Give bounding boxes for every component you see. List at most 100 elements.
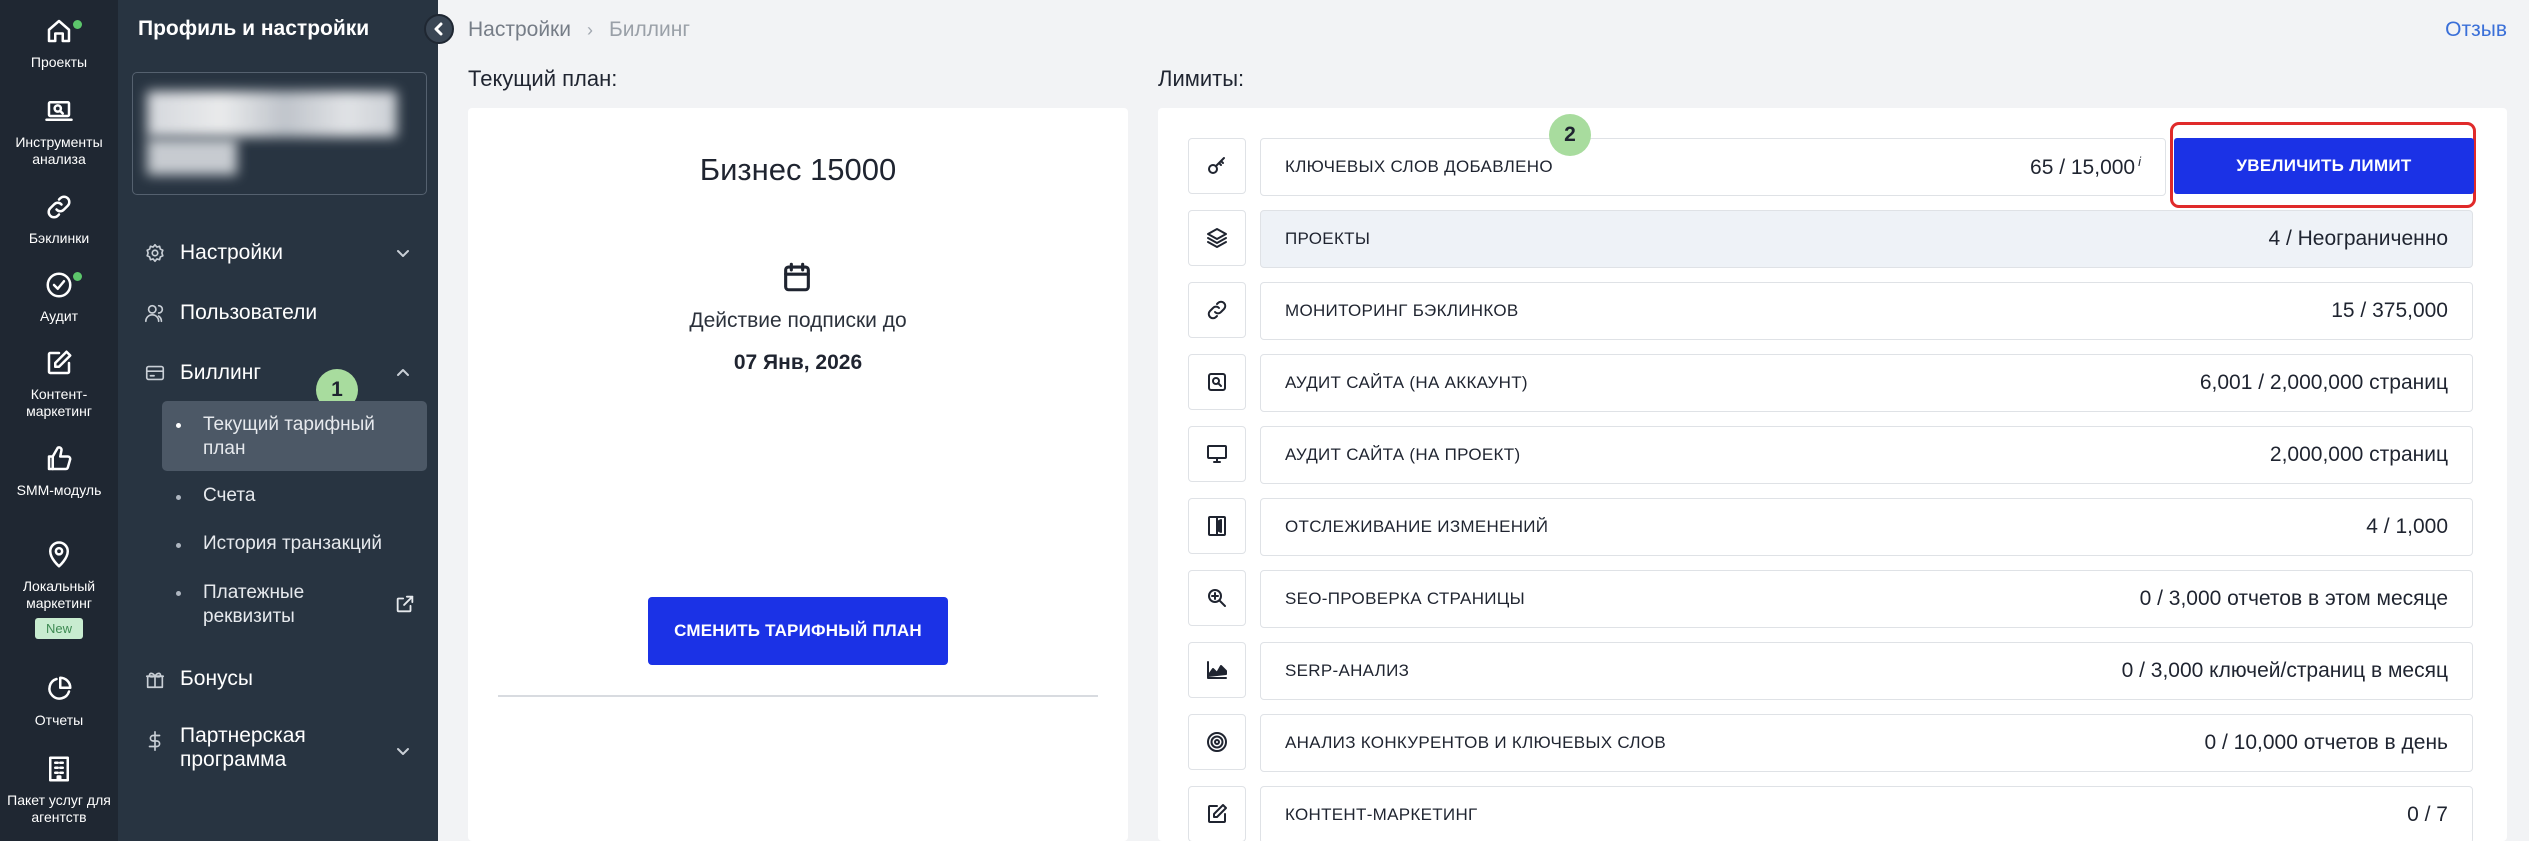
limit-row-site-audit-project: АУДИТ САЙТА (НА ПРОЕКТ) 2,000,000 страни… [1260,426,2473,484]
limit-value: 15 / 375,000 [2331,299,2448,322]
monitor-icon-box [1188,426,1246,482]
compare-icon [1208,516,1226,536]
check-circle-icon [46,272,72,298]
dollar-icon [148,731,161,751]
rail-label: Бэклинки [28,230,90,246]
submenu-invoices[interactable]: Счета [162,485,427,515]
limit-label: МОНИТОРИНГ БЭКЛИНКОВ [1285,301,1519,320]
limit-label: ОТСЛЕЖИВАНИЕ ИЗМЕНЕНИЙ [1285,517,1549,536]
chevron-down-icon[interactable] [394,244,412,262]
chart-area-icon [1207,661,1227,679]
rail-label: SMM-модуль [16,482,102,498]
bullet [176,543,181,548]
edit-icon [1208,804,1227,823]
limit-value: 0 / 3,000 отчетов в этом месяце [2139,587,2448,610]
limit-label: АУДИТ САЙТА (НА АККАУНТ) [1285,373,1528,392]
icon-rail: Проекты Инструменты анализа Бэклинки Ауд… [0,0,118,841]
link-icon [47,195,71,219]
zoom-in-icon-box [1188,570,1246,626]
laptop-icon [45,101,73,121]
limit-row-seo-check: SEO-ПРОВЕРКА СТРАНИЦЫ 0 / 3,000 отчетов … [1260,570,2473,628]
rail-item-agency[interactable]: Пакет услуг для агентств [0,754,118,826]
map-pin-icon [49,541,69,568]
rail-item-audit[interactable]: Аудит [0,270,118,325]
rail-label: Локальный маркетинг [22,578,96,611]
limit-value: 65 / 15,000 i [2030,154,2141,180]
limit-value: 0 / 7 [2407,803,2448,826]
limit-value: 0 / 10,000 отчетов в день [2204,731,2448,754]
submenu-payment-details[interactable]: Платежные реквизиты [162,581,427,637]
new-badge: New [34,618,83,639]
breadcrumb-separator: › [586,19,593,40]
blurred-account-detail [147,139,237,175]
menu-item-label: Пользователи [180,301,318,324]
pie-chart-icon [48,676,72,700]
rail-item-content[interactable]: Контент-маркетинг [0,348,118,420]
menu-item-billing[interactable]: Биллинг [144,356,261,390]
collapse-menu-button[interactable] [424,14,454,44]
limit-value: 2,000,000 страниц [2269,443,2448,466]
divider [498,695,1098,697]
home-icon [47,19,71,43]
submenu-current-plan[interactable]: Текущий тарифный план [162,401,427,471]
submenu-label: История транзакций [203,533,382,554]
change-plan-button[interactable]: СМЕНИТЬ ТАРИФНЫЙ ПЛАН [648,597,948,665]
limit-row-serp-analysis: SERP-АНАЛИЗ 0 / 3,000 ключей/страниц в м… [1260,642,2473,700]
bullet [176,495,181,500]
chart-area-icon-box [1188,642,1246,698]
current-plan-card: Бизнес 15000 Действие подписки до 07 Янв… [468,108,1128,841]
breadcrumb-settings[interactable]: Настройки [468,18,571,42]
limit-row-site-audit-account: АУДИТ САЙТА (НА АККАУНТ) 6,001 / 2,000,0… [1260,354,2473,412]
breadcrumb-billing: Биллинг [608,18,690,41]
calendar-icon [784,262,810,292]
submenu-label: Текущий тарифный план [203,414,375,459]
feedback-link[interactable]: Отзыв [2445,18,2507,42]
limit-value-text: 65 / 15,000 [2030,156,2136,179]
menu-item-label: Биллинг [180,361,262,384]
chevron-left-icon [434,22,443,36]
limit-label: SEO-ПРОВЕРКА СТРАНИЦЫ [1285,589,1526,608]
menu-item-settings[interactable]: Настройки [144,236,283,270]
menu-item-label: Настройки [180,241,283,264]
rail-item-projects[interactable]: Проекты [0,16,118,71]
search-doc-icon [1208,373,1226,391]
users-icon [145,304,164,323]
rail-item-local[interactable]: Локальный маркетинг New [0,540,118,639]
settings-menu: Профиль и настройки Настройки Пользовате… [118,0,454,841]
menu-item-partner[interactable]: Партнерская программа [144,724,360,780]
chevron-down-icon[interactable] [394,742,412,760]
zoom-in-icon [1208,589,1226,607]
limit-value: 4 / 1,000 [2366,515,2448,538]
rail-item-reports[interactable]: Отчеты [0,674,118,729]
menu-item-users[interactable]: Пользователи [144,296,317,330]
monitor-icon [1207,445,1227,463]
external-link-icon[interactable] [394,593,416,615]
increase-limit-button[interactable]: УВЕЛИЧИТЬ ЛИМИТ [2174,138,2474,194]
edit-icon [47,350,72,375]
rail-item-tools[interactable]: Инструменты анализа [0,96,118,168]
menu-item-bonuses[interactable]: Бонусы [144,662,253,696]
limits-card: КЛЮЧЕВЫХ СЛОВ ДОБАВЛЕНО 65 / 15,000 i 2 У… [1158,108,2507,841]
limit-label: SERP-АНАЛИЗ [1285,661,1410,680]
credit-card-icon [145,365,165,381]
limit-row-backlinks: МОНИТОРИНГ БЭКЛИНКОВ 15 / 375,000 [1260,282,2473,340]
plan-name: Бизнес 15000 [699,152,897,187]
info-icon[interactable]: i [2138,154,2141,169]
notification-dot [73,272,82,281]
limit-row-projects: ПРОЕКТЫ 4 / Неограниченно [1260,210,2473,268]
rail-item-smm[interactable]: SMM-модуль [0,444,118,499]
search-doc-icon-box [1188,354,1246,410]
target-icon [1207,732,1227,752]
blurred-account-name [147,91,397,137]
rail-item-backlinks[interactable]: Бэклинки [0,192,118,247]
limit-row-keywords: КЛЮЧЕВЫХ СЛОВ ДОБАВЛЕНО 65 / 15,000 i [1260,138,2166,196]
limit-row-competitor-analysis: АНАЛИЗ КОНКУРЕНТОВ И КЛЮЧЕВЫХ СЛОВ 0 / 1… [1260,714,2473,772]
thumbs-up-icon [47,446,72,471]
chevron-up-icon[interactable] [394,364,412,382]
limit-label: ПРОЕКТЫ [1285,229,1371,248]
submenu-transactions[interactable]: История транзакций [162,533,427,563]
subscription-until-label: Действие подписки до [689,309,907,332]
submenu-label: Счета [203,485,256,506]
layers-icon-box [1188,210,1246,266]
profile-card[interactable] [132,72,427,195]
